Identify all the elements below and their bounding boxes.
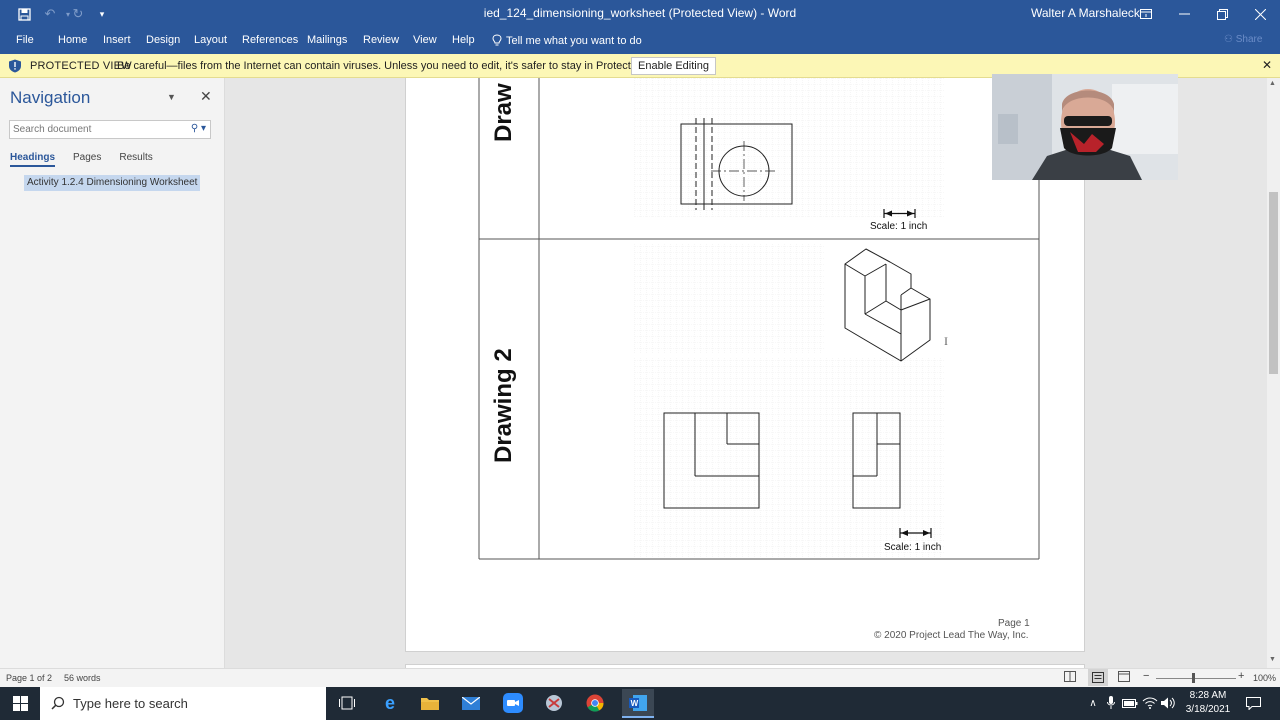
volume-icon[interactable] bbox=[1156, 691, 1182, 715]
windows-start-icon[interactable] bbox=[7, 691, 33, 715]
task-view-icon[interactable] bbox=[334, 691, 360, 715]
text-cursor-icon: I bbox=[944, 334, 948, 348]
zoom-in-icon[interactable]: + bbox=[1238, 670, 1244, 682]
chrome-icon[interactable] bbox=[582, 691, 608, 715]
ribbon-tabs: File Home Insert Design Layout Reference… bbox=[0, 28, 1280, 54]
scale-label-2: Scale: 1 inch bbox=[884, 542, 941, 553]
navigation-title: Navigation bbox=[10, 88, 91, 107]
redo-icon[interactable]: ↻ bbox=[66, 0, 90, 28]
taskbar-search-input[interactable]: Type here to search bbox=[40, 687, 326, 720]
zoom-out-icon[interactable]: − bbox=[1143, 670, 1149, 682]
footer-page-number: Page 1 bbox=[998, 618, 1030, 629]
share-label: Share bbox=[1235, 34, 1263, 45]
zoom-app-icon[interactable] bbox=[500, 691, 526, 715]
scroll-thumb[interactable] bbox=[1269, 192, 1278, 374]
title-bar: ↶ ▾ ↻ ▾ ied_124_dimensioning_worksheet (… bbox=[0, 0, 1280, 28]
svg-text:Drawing 2: Drawing 2 bbox=[490, 348, 517, 463]
shield-icon bbox=[9, 59, 21, 73]
taskbar-clock[interactable]: 8:28 AM 3/18/2021 bbox=[1180, 689, 1236, 717]
close-icon[interactable]: ✕ bbox=[1262, 58, 1272, 72]
nav-tab-pages[interactable]: Pages bbox=[73, 152, 101, 167]
tab-home[interactable]: Home bbox=[58, 34, 87, 46]
notifications-icon[interactable] bbox=[1240, 691, 1266, 715]
protected-view-message: Be careful—files from the Internet can c… bbox=[117, 60, 673, 72]
tab-layout[interactable]: Layout bbox=[194, 34, 227, 46]
tab-help[interactable]: Help bbox=[452, 34, 475, 46]
tab-design[interactable]: Design bbox=[146, 34, 180, 46]
heading-item[interactable]: Activity 1.2.4 Dimensioning Worksheet bbox=[24, 175, 201, 191]
tab-view[interactable]: View bbox=[413, 34, 437, 46]
word-app-icon[interactable]: W bbox=[622, 689, 654, 718]
scroll-down-icon[interactable]: ▼ bbox=[1269, 656, 1276, 663]
drawing-2-label: Drawing 2 bbox=[490, 348, 517, 463]
clock-time: 8:28 AM bbox=[1189, 690, 1227, 701]
person-icon: ⚇ bbox=[1224, 34, 1233, 45]
footer-copyright: © 2020 Project Lead The Way, Inc. bbox=[874, 630, 1029, 641]
restore-button[interactable] bbox=[1203, 0, 1241, 28]
file-explorer-icon[interactable] bbox=[417, 691, 443, 715]
print-layout-icon[interactable] bbox=[1088, 669, 1108, 686]
zoom-slider-thumb[interactable] bbox=[1192, 673, 1195, 683]
tab-insert[interactable]: Insert bbox=[103, 34, 131, 46]
enable-editing-button[interactable]: Enable Editing bbox=[631, 57, 716, 75]
scroll-up-icon[interactable]: ▲ bbox=[1269, 80, 1276, 87]
zoom-slider[interactable] bbox=[1156, 678, 1236, 679]
tell-me-search[interactable]: Tell me what you want to do bbox=[492, 34, 642, 47]
ribbon-display-options-icon[interactable] bbox=[1127, 0, 1165, 28]
search-document-input[interactable]: Search document ⚲ ▾ bbox=[9, 120, 211, 139]
tab-references[interactable]: References bbox=[242, 34, 298, 46]
customize-quick-access-icon[interactable]: ▾ bbox=[90, 0, 114, 28]
close-window-button[interactable] bbox=[1241, 0, 1279, 28]
svg-text:Draw: Draw bbox=[490, 83, 517, 142]
document-page[interactable]: Draw Scale: 1 inch Drawing 2 I Scale: 1 … bbox=[405, 78, 1085, 652]
snipping-tool-icon[interactable] bbox=[541, 691, 567, 715]
tab-review[interactable]: Review bbox=[363, 34, 399, 46]
grid-area-2a bbox=[634, 244, 824, 354]
minimize-button[interactable] bbox=[1165, 0, 1203, 28]
read-mode-icon[interactable] bbox=[1064, 671, 1076, 684]
search-icon[interactable]: ⚲ ▾ bbox=[191, 123, 206, 134]
word-count[interactable]: 56 words bbox=[64, 673, 101, 683]
svg-text:W: W bbox=[631, 699, 639, 708]
vertical-scrollbar[interactable]: ▲ ▼ bbox=[1267, 78, 1280, 668]
scale-label-1: Scale: 1 inch bbox=[870, 221, 927, 232]
clock-date: 3/18/2021 bbox=[1185, 704, 1231, 715]
worksheet-drawing: Draw Scale: 1 inch Drawing 2 I Scale: 1 … bbox=[478, 78, 1040, 560]
webcam-overlay bbox=[992, 74, 1178, 180]
tab-file[interactable]: File bbox=[16, 34, 34, 46]
nav-tab-results[interactable]: Results bbox=[119, 152, 152, 167]
tab-mailings[interactable]: Mailings bbox=[307, 34, 347, 46]
presenter-video bbox=[992, 74, 1178, 180]
mail-icon[interactable] bbox=[458, 691, 484, 715]
tell-me-label: Tell me what you want to do bbox=[506, 34, 642, 47]
navigation-pane: Navigation ▼ ✕ Search document ⚲ ▾ Headi… bbox=[0, 78, 225, 668]
navigation-tabs: Headings Pages Results bbox=[10, 152, 171, 167]
user-name[interactable]: Walter A Marshaleck bbox=[1031, 6, 1140, 20]
web-layout-icon[interactable] bbox=[1118, 671, 1130, 684]
edge-icon[interactable]: e bbox=[377, 691, 403, 715]
windows-taskbar: Type here to search e W ∧ 8:28 AM 3/18/2… bbox=[0, 687, 1280, 720]
chevron-down-icon[interactable]: ▼ bbox=[167, 92, 176, 102]
search-placeholder: Search document bbox=[13, 124, 92, 135]
lightbulb-icon bbox=[492, 34, 502, 46]
page-count[interactable]: Page 1 of 2 bbox=[6, 673, 52, 683]
close-pane-icon[interactable]: ✕ bbox=[200, 88, 212, 105]
taskbar-search-placeholder: Type here to search bbox=[73, 696, 188, 711]
zoom-level[interactable]: 100% bbox=[1253, 673, 1276, 683]
grid-area-2b bbox=[634, 358, 944, 558]
save-icon[interactable] bbox=[12, 0, 36, 28]
search-icon bbox=[51, 696, 65, 710]
status-bar: Page 1 of 2 56 words − + 100% bbox=[0, 668, 1280, 687]
drawing-1-label: Draw bbox=[490, 83, 517, 142]
drawing-2-isometric bbox=[844, 248, 931, 362]
nav-tab-headings[interactable]: Headings bbox=[10, 152, 56, 167]
share-button[interactable]: ⚇ Share bbox=[1224, 34, 1262, 45]
